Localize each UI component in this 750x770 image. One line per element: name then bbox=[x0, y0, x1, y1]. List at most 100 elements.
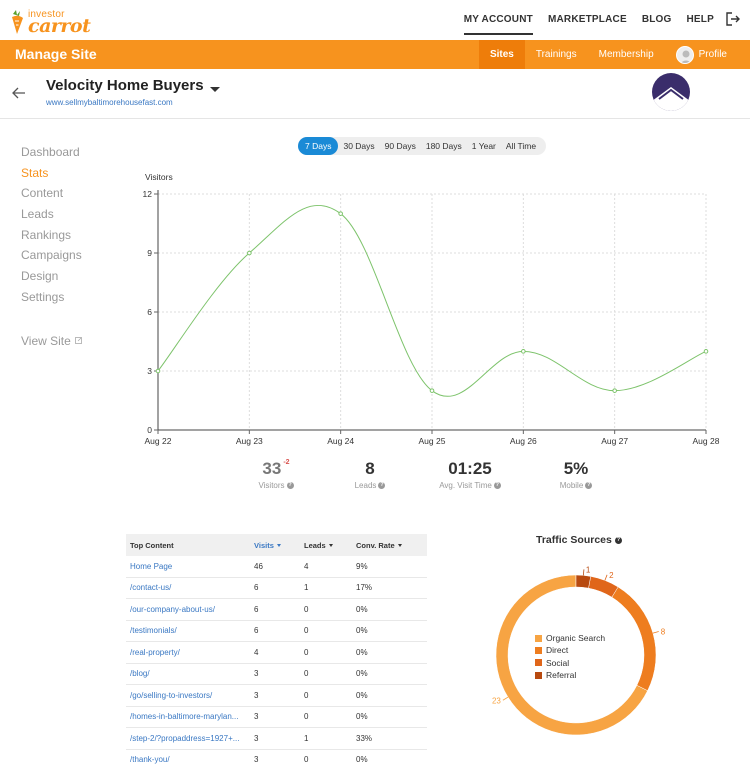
tab-membership[interactable]: Membership bbox=[588, 40, 665, 69]
data-point[interactable] bbox=[703, 349, 709, 354]
x-tick-label: Aug 25 bbox=[419, 436, 446, 446]
top-content-table: Top Content Visits Leads Conv. Rate Home… bbox=[126, 534, 427, 770]
sidebar-item-settings[interactable]: Settings bbox=[21, 289, 82, 310]
sort-caret-icon bbox=[397, 544, 402, 548]
data-point[interactable] bbox=[429, 388, 435, 393]
logo-text-big: carrot bbox=[28, 15, 91, 37]
sidebar-item-campaigns[interactable]: Campaigns bbox=[21, 247, 82, 268]
kpi-leads-label: Leads bbox=[354, 481, 377, 490]
sidebar-item-stats[interactable]: Stats bbox=[21, 165, 82, 186]
range-90-days[interactable]: 90 Days bbox=[380, 137, 421, 155]
chart-grid bbox=[158, 193, 707, 430]
y-tick-label: 0 bbox=[147, 425, 152, 435]
legend-item[interactable]: Social bbox=[535, 657, 605, 669]
visits-cell: 3 bbox=[254, 669, 259, 679]
data-point[interactable] bbox=[521, 349, 526, 354]
range-30-days[interactable]: 30 Days bbox=[338, 137, 379, 155]
leads-cell: 0 bbox=[304, 712, 309, 722]
leads-cell: 0 bbox=[304, 604, 309, 614]
data-point[interactable] bbox=[612, 388, 617, 393]
col-conv-rate-sort[interactable]: Conv. Rate bbox=[352, 541, 427, 550]
table-body: Home Page 46 4 9%/contact-us/6 1 17%/our-comp… bbox=[126, 556, 427, 770]
help-icon[interactable]: ? bbox=[378, 482, 386, 489]
site-url-link[interactable]: www.sellmybaltimorehousefast.com bbox=[46, 98, 173, 107]
page-link[interactable]: /our-company-about-us/ bbox=[126, 605, 250, 614]
investor-carrot-logo[interactable]: investor carrot bbox=[10, 6, 100, 37]
site-name[interactable]: Velocity Home Buyers bbox=[46, 77, 204, 94]
slice-value-label: 2 bbox=[609, 571, 614, 580]
range-180-days[interactable]: 180 Days bbox=[421, 137, 467, 155]
sort-caret-icon bbox=[328, 544, 333, 548]
page-link[interactable]: /go/selling-to-investors/ bbox=[126, 691, 250, 700]
help-icon[interactable]: ? bbox=[614, 536, 622, 544]
donut-slice[interactable] bbox=[611, 586, 657, 691]
help-icon[interactable]: ? bbox=[585, 482, 593, 489]
page-link[interactable]: /blog/ bbox=[126, 669, 250, 678]
date-range-selector: 7 Days 30 Days 90 Days 180 Days 1 Year A… bbox=[298, 137, 547, 155]
page-link[interactable]: Home Page bbox=[126, 562, 250, 571]
kpi-avg-visit-time-label: Avg. Visit Time bbox=[439, 481, 492, 490]
conv-rate-cell: 0% bbox=[356, 604, 368, 614]
help-icon[interactable]: ? bbox=[493, 482, 501, 489]
x-tick-label: Aug 24 bbox=[327, 436, 354, 446]
nav-help[interactable]: HELP bbox=[687, 14, 714, 35]
sidebar-item-rankings[interactable]: Rankings bbox=[21, 227, 82, 248]
data-point[interactable] bbox=[338, 211, 343, 216]
back-arrow-icon[interactable] bbox=[12, 86, 26, 104]
tab-trainings[interactable]: Trainings bbox=[525, 40, 588, 69]
profile-menu[interactable]: Profile bbox=[665, 40, 738, 69]
page-link[interactable]: /thank-you/ bbox=[126, 755, 250, 764]
range-7-days[interactable]: 7 Days bbox=[298, 137, 339, 155]
col-visits-sort[interactable]: Visits bbox=[250, 541, 300, 550]
external-link-icon bbox=[74, 337, 82, 344]
help-icon[interactable]: ? bbox=[286, 482, 294, 489]
kpi-mobile: 5% Mobile? bbox=[546, 459, 606, 490]
kpi-avg-visit-time-value: 01:25 bbox=[448, 459, 492, 478]
col-leads-sort[interactable]: Leads bbox=[300, 541, 352, 550]
traffic-sources-title-text: Traffic Sources bbox=[536, 534, 612, 546]
kpi-visitors-delta: -2 bbox=[283, 459, 290, 466]
page-link[interactable]: /testimonials/ bbox=[126, 626, 250, 635]
site-logo-avatar bbox=[652, 73, 690, 111]
conv-rate-cell: 17% bbox=[356, 583, 373, 593]
visits-cell: 3 bbox=[254, 712, 259, 722]
legend-swatch bbox=[535, 659, 542, 667]
legend-item[interactable]: Direct bbox=[535, 644, 605, 656]
sidebar-item-dashboard[interactable]: Dashboard bbox=[21, 144, 82, 165]
sidebar-item-leads[interactable]: Leads bbox=[21, 206, 82, 227]
page-link[interactable]: /step-2/?propaddress=1927+... bbox=[126, 734, 250, 743]
nav-marketplace[interactable]: MARKETPLACE bbox=[548, 14, 627, 35]
table-row: /testimonials/6 0 0% bbox=[126, 621, 427, 642]
y-tick-label: 3 bbox=[147, 366, 152, 376]
page-link[interactable]: /real-property/ bbox=[126, 648, 250, 657]
sidebar-item-content[interactable]: Content bbox=[21, 185, 82, 206]
kpi-mobile-label: Mobile bbox=[559, 481, 584, 490]
nav-blog[interactable]: BLOG bbox=[642, 14, 672, 35]
page-link[interactable]: /contact-us/ bbox=[126, 583, 250, 592]
visits-cell: 3 bbox=[254, 733, 259, 743]
sort-caret-icon bbox=[276, 544, 281, 548]
legend-item[interactable]: Referral bbox=[535, 669, 605, 681]
donut-slice[interactable] bbox=[575, 574, 591, 589]
legend-item[interactable]: Organic Search bbox=[535, 632, 605, 644]
col-top-content: Top Content bbox=[130, 540, 174, 550]
page-link[interactable]: /homes-in-baltimore-marylan... bbox=[126, 712, 250, 721]
nav-my-account[interactable]: MY ACCOUNT bbox=[463, 14, 533, 35]
slice-leader-line bbox=[652, 631, 659, 634]
view-site-link[interactable]: View Site bbox=[21, 334, 82, 348]
sidebar-item-design[interactable]: Design bbox=[21, 268, 82, 289]
site-dropdown-caret-icon[interactable] bbox=[210, 87, 220, 92]
x-tick-label: Aug 23 bbox=[236, 436, 263, 446]
data-point[interactable] bbox=[247, 250, 252, 256]
tab-sites[interactable]: Sites bbox=[478, 40, 525, 69]
top-navigation: investor carrot MY ACCOUNT MARKETPLACE B… bbox=[0, 0, 750, 40]
leads-cell: 1 bbox=[304, 583, 309, 593]
range-1-year[interactable]: 1 Year bbox=[467, 137, 501, 155]
donut-slice[interactable] bbox=[588, 576, 619, 598]
table-row: /our-company-about-us/6 0 0% bbox=[126, 599, 427, 621]
leads-cell: 4 bbox=[304, 561, 309, 571]
logout-icon[interactable] bbox=[726, 12, 740, 31]
slice-value-label: 23 bbox=[492, 696, 501, 705]
data-point[interactable] bbox=[155, 368, 161, 374]
range-all-time[interactable]: All Time bbox=[501, 137, 541, 155]
